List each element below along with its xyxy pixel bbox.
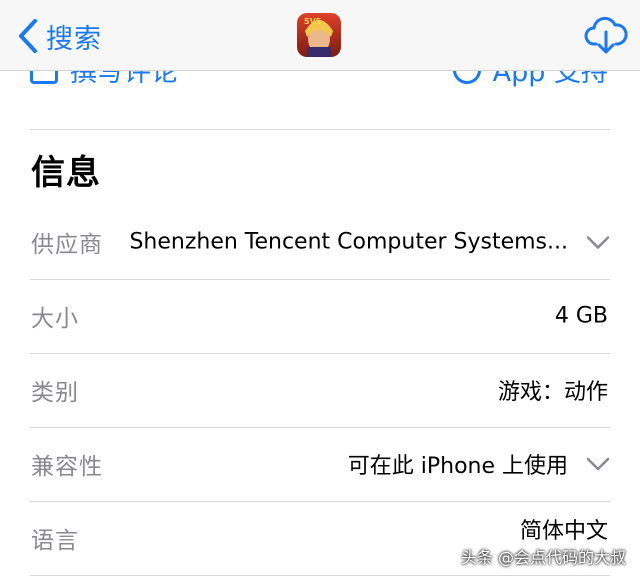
info-label: 大小 (31, 306, 79, 332)
info-row-category: 类别 游戏：动作 (30, 353, 610, 428)
info-value: 游戏：动作 (497, 380, 608, 405)
watermark: 头条 @会点代码的大叔 (460, 548, 626, 567)
back-button[interactable]: 搜索 (16, 14, 102, 58)
app-icon-badge: 5V5 (304, 17, 322, 26)
divider (30, 129, 610, 130)
info-label: 语言 (31, 528, 79, 554)
info-label: 类别 (31, 380, 79, 406)
download-button[interactable] (584, 14, 628, 58)
navigation-bar: 搜索 5V5 (0, 0, 640, 71)
chevron-down-icon (586, 235, 610, 249)
section-title: 信息 (31, 153, 101, 193)
cloud-download-icon (584, 16, 628, 54)
info-label: 兼容性 (31, 454, 103, 480)
info-value: 可在此 iPhone 上使用 (347, 454, 568, 479)
info-label: 供应商 (31, 232, 103, 258)
info-row-compatibility[interactable]: 兼容性 可在此 iPhone 上使用 (30, 427, 610, 502)
info-row-provider[interactable]: 供应商 Shenzhen Tencent Computer Systems... (30, 205, 610, 280)
chevron-down-icon (586, 457, 610, 471)
info-value: 简体中文 (519, 519, 608, 545)
app-icon: 5V5 (297, 13, 341, 57)
chevron-left-icon (19, 19, 37, 53)
info-value: Shenzhen Tencent Computer Systems... (129, 229, 568, 255)
back-label: 搜索 (46, 23, 102, 55)
info-value: 4 GB (554, 303, 608, 329)
info-row-size: 大小 4 GB (30, 279, 610, 354)
